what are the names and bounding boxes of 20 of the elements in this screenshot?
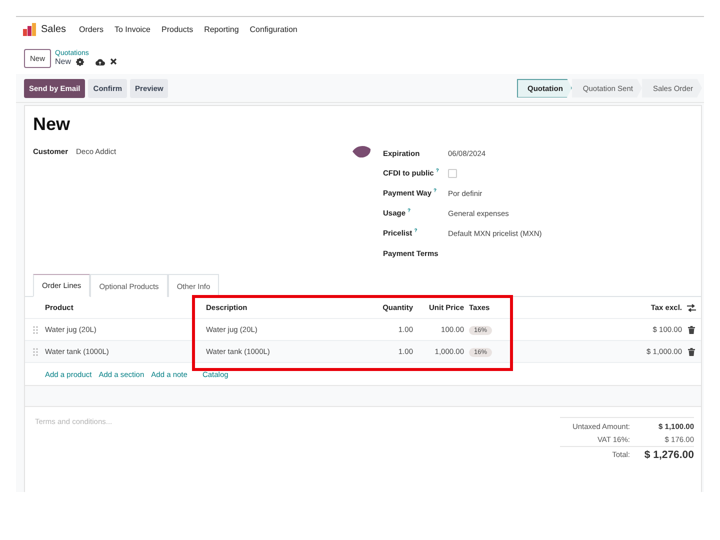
drag-handle-icon[interactable] [32, 348, 38, 356]
trash-icon[interactable] [688, 326, 695, 334]
settings-icon[interactable] [76, 58, 84, 66]
app-name[interactable]: Sales [41, 24, 66, 35]
breadcrumb-current: New [55, 57, 72, 66]
menu-item[interactable]: Orders [79, 25, 104, 34]
drag-handle-icon[interactable] [32, 326, 38, 334]
app-logo-icon[interactable] [23, 23, 36, 36]
swap-arrows-icon[interactable] [687, 304, 696, 312]
menu-item[interactable]: Configuration [250, 25, 298, 34]
total-value: $ 1,276.00 [643, 448, 694, 460]
menu-item[interactable]: Products [162, 25, 194, 34]
leaf-shape-icon [352, 145, 371, 158]
close-icon[interactable] [110, 58, 118, 65]
menu-item[interactable]: Reporting [204, 25, 239, 34]
trash-icon[interactable] [688, 348, 695, 356]
menu-item[interactable]: To Invoice [114, 25, 150, 34]
cloud-upload-icon[interactable] [95, 58, 106, 66]
record-title: New [33, 114, 72, 135]
checkbox[interactable] [448, 168, 457, 178]
